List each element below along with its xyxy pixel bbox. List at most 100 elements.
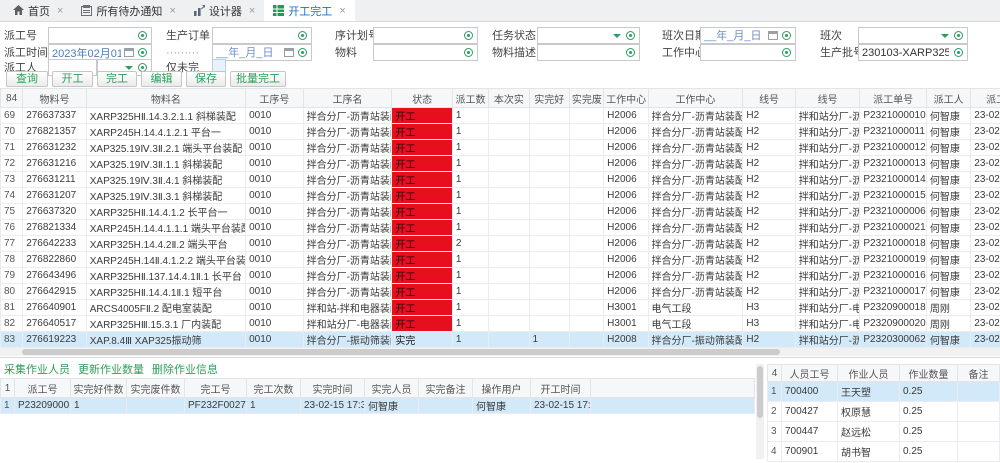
clear-icon[interactable] [782,31,791,40]
tab-home[interactable]: 首页 × [4,0,72,21]
caret-down-icon[interactable] [941,34,949,38]
column-header[interactable]: 实完废件数 [127,379,185,398]
close-icon[interactable]: × [57,5,63,17]
column-header[interactable]: 物料号 [23,89,87,108]
caret-down-icon[interactable] [613,34,621,38]
table-row[interactable]: 80276642915XARP325HⅡ.14.4.1Ⅱ.1 短平台0010拌合… [1,284,1000,300]
column-header[interactable]: 工序号 [246,89,303,108]
table-row[interactable]: 69276637337XARP325HⅡ.14.3.2.1.1 斜梯装配0010… [1,108,1000,124]
vertical-scrollbar[interactable] [756,364,764,459]
task-status-input[interactable] [538,29,613,42]
dispatch-no-input[interactable] [49,29,136,42]
close-icon[interactable]: × [249,5,255,17]
clear-icon[interactable] [782,48,791,57]
column-header[interactable]: 工作中心 [604,89,648,108]
column-header[interactable]: 实完废 [569,89,603,108]
column-header[interactable]: 完工号 [185,379,247,398]
clear-icon[interactable] [464,48,473,57]
collect-personnel-link[interactable]: 采集作业人员 [4,361,70,377]
column-header[interactable]: 本次实 [489,89,529,108]
dispatch-time-to-input[interactable] [213,46,284,59]
calendar-icon[interactable] [284,48,294,57]
table-row[interactable]: 70276821357XARP245H.14.4.1.2.1 平台一0010拌合… [1,124,1000,140]
column-header[interactable]: 派工单号 [860,89,927,108]
table-row[interactable]: 82276640517XARP325HⅢ.15.3.1 厂内装配0010拌和站分… [1,316,1000,332]
column-header[interactable]: 线号 [795,89,860,108]
column-header[interactable]: 完工次数 [247,379,301,398]
column-header[interactable]: 实完时间 [301,379,365,398]
clear-icon[interactable] [138,48,147,57]
production-order-field[interactable] [212,27,312,44]
column-header[interactable]: 派工号 [15,379,71,398]
dispatch-time-input[interactable] [49,46,124,59]
table-row[interactable]: 78276822860XARP245H.14Ⅱ.4.1.2.2 端头平台装配00… [1,252,1000,268]
table-row[interactable]: 76276821334XARP245H.14.4.1.1.1 端头平台装配001… [1,220,1000,236]
clear-icon[interactable] [626,48,635,57]
scrollbar-thumb[interactable] [757,366,763,418]
close-icon[interactable]: × [339,5,345,17]
column-header[interactable]: 实完好 [529,89,569,108]
clear-icon[interactable] [298,31,307,40]
tab-notifications[interactable]: 所有待办通知 × [72,0,184,21]
column-header[interactable]: 实完备注 [419,379,473,398]
table-row[interactable]: 3700447赵远松0.25 [768,422,1000,442]
table-row[interactable]: 1700400王天塑0.25 [768,382,1000,402]
shift-input[interactable] [859,29,941,42]
update-quantity-link[interactable]: 更新作业数量 [78,361,144,377]
batch-finish-button[interactable]: 批量完工 [230,71,286,87]
column-header[interactable]: 作业数量 [900,365,958,382]
query-button[interactable]: 查询 [6,71,48,87]
column-header[interactable]: 派工人 [926,89,970,108]
shift-select[interactable] [858,27,968,44]
production-order-input[interactable] [213,29,296,42]
table-row[interactable]: 79276643496XARP325HⅡ.137.14.4.1Ⅱ.1 长平台00… [1,268,1000,284]
edit-button[interactable]: 编辑 [141,71,182,87]
clear-icon[interactable] [138,31,147,40]
start-work-button[interactable]: 开工 [52,71,93,87]
material-desc-input[interactable] [538,46,624,59]
table-row[interactable]: 1P23209000191PF232F002708123-02-15 17:30… [1,398,755,414]
table-row[interactable]: 74276631207XAP325.19Ⅳ.3Ⅱ.3.1 斜梯装配0010拌合分… [1,188,1000,204]
column-header[interactable]: 人员工号 [782,365,838,382]
material-input[interactable] [374,46,462,59]
column-header[interactable]: 备注 [958,365,1000,382]
column-header[interactable]: 作业人员 [838,365,900,382]
material-field[interactable] [373,44,478,61]
clear-icon[interactable] [626,31,635,40]
column-header[interactable]: 工作中心 [648,89,743,108]
column-header[interactable]: 线号 [743,89,795,108]
clear-icon[interactable] [464,31,473,40]
save-button[interactable]: 保存 [186,71,226,87]
tab-designer[interactable]: 设计器 × [185,0,264,21]
delete-job-info-link[interactable]: 删除作业信息 [152,361,218,377]
table-row[interactable]: 72276631216XAP325.19Ⅳ.3Ⅱ.1.1 斜梯装配0010拌合分… [1,156,1000,172]
clear-icon[interactable] [298,48,307,57]
clear-icon[interactable] [954,31,963,40]
column-header[interactable]: 实完好件数 [71,379,127,398]
table-row[interactable]: 83276619223XAP.8.4Ⅲ XAP325振动筛0010拌合分厂-振动… [1,332,1000,348]
column-header[interactable]: 物料名 [86,89,245,108]
shift-date-input[interactable] [701,29,768,42]
horizontal-scrollbar[interactable] [0,348,1000,356]
batch-no-field[interactable] [858,44,968,61]
task-status-select[interactable] [537,27,640,44]
table-row[interactable]: 77276642233XARP325H.14.4.2Ⅱ.2 端头平台0010拌合… [1,236,1000,252]
column-header[interactable]: 派工时间 [971,89,1000,108]
clear-icon[interactable] [954,48,963,57]
column-header[interactable]: 工序名 [303,89,392,108]
table-row[interactable]: 71276631232XAP325.19Ⅳ.3Ⅱ.2.1 端头平台装配0010拌… [1,140,1000,156]
dispatch-time-to-field[interactable] [212,44,312,61]
table-row[interactable]: 73276631211XAP325.19Ⅳ.3Ⅱ.4.1 斜梯装配0010拌合分… [1,172,1000,188]
column-header[interactable]: 开工时间 [531,379,591,398]
dispatch-no-field[interactable] [48,27,152,44]
shift-date-field[interactable] [700,27,796,44]
plan-no-field[interactable] [373,27,478,44]
column-header[interactable]: 实完人员 [365,379,419,398]
close-icon[interactable]: × [169,5,175,17]
scrollbar-thumb[interactable] [22,349,780,355]
tab-work-start-finish[interactable]: 开工完工 × [264,0,354,21]
column-header[interactable]: 状态 [392,89,453,108]
column-header[interactable]: 操作用户 [473,379,531,398]
plan-no-input[interactable] [374,29,462,42]
table-row[interactable]: 4700901胡书智0.25 [768,442,1000,462]
